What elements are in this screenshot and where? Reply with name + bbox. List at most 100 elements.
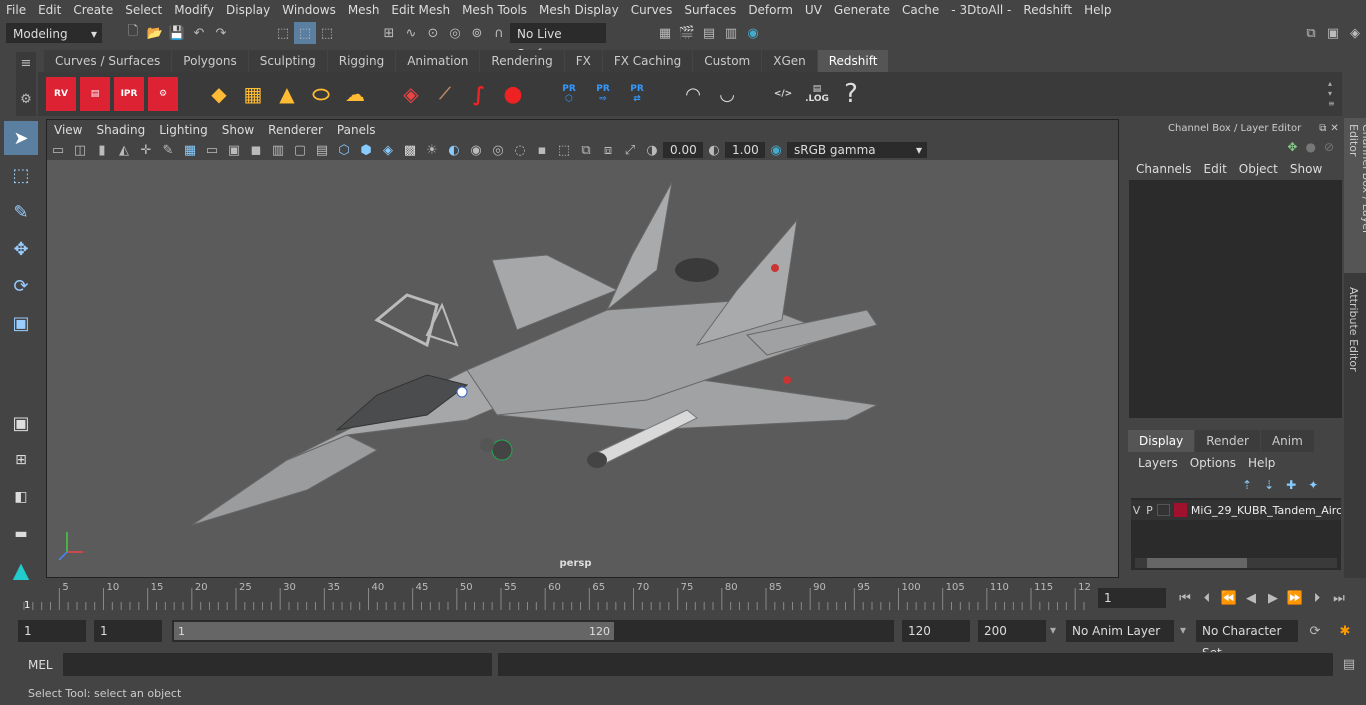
menu-file[interactable]: File	[0, 0, 32, 20]
material-bowl2-icon[interactable]: ◡	[712, 77, 742, 111]
hair-icon[interactable]: ⟋	[430, 77, 460, 111]
menu-edit-mesh[interactable]: Edit Mesh	[385, 0, 456, 20]
layer-color-swatch[interactable]	[1173, 503, 1187, 517]
step-back-key-icon[interactable]: ⏪	[1218, 587, 1240, 609]
channel-list[interactable]	[1129, 180, 1342, 418]
menu-mesh[interactable]: Mesh	[342, 0, 386, 20]
new-scene-icon[interactable]: 🗋	[122, 22, 144, 44]
viewport-menu-renderer[interactable]: Renderer	[261, 120, 330, 140]
shadows-icon[interactable]: ◐	[443, 139, 465, 161]
tab-polygons[interactable]: Polygons	[172, 50, 248, 72]
playback-end-field[interactable]: 120	[902, 620, 970, 642]
snap-surface-icon[interactable]: ⊚	[466, 22, 488, 44]
tab-rendering[interactable]: Rendering	[480, 50, 564, 72]
color-management-icon[interactable]: ◉	[765, 139, 787, 161]
tab-curves-surfaces[interactable]: Curves / Surfaces	[44, 50, 172, 72]
menu-surfaces[interactable]: Surfaces	[678, 0, 742, 20]
image-plane-icon[interactable]: ◭	[113, 139, 135, 161]
go-to-end-icon[interactable]: ⏭	[1328, 587, 1350, 609]
step-forward-key-icon[interactable]: ⏩	[1284, 587, 1306, 609]
wireframe-icon[interactable]: ⬡	[333, 139, 355, 161]
close-icon[interactable]: ✕	[1330, 123, 1338, 134]
new-layer-icon[interactable]: ✚	[1286, 478, 1296, 492]
render-sequence-icon[interactable]: ▤	[80, 77, 110, 111]
viewport-menu-show[interactable]: Show	[215, 120, 261, 140]
save-scene-icon[interactable]: 💾	[166, 22, 188, 44]
pr-cube-icon[interactable]: PR ⬡	[554, 77, 584, 111]
character-set-dropdown[interactable]: No Character Set	[1196, 620, 1298, 660]
float-icon[interactable]: ⧉	[1319, 123, 1326, 134]
menu-redshift[interactable]: Redshift	[1017, 0, 1078, 20]
sphere-object-icon[interactable]: ●	[498, 77, 528, 111]
move-tool-icon[interactable]: ✥	[4, 232, 38, 266]
cone-light-icon[interactable]: ▲	[272, 77, 302, 111]
2d-pan-icon[interactable]: ✛	[135, 139, 157, 161]
help-icon[interactable]: ?	[836, 77, 866, 111]
channel-menu-channels[interactable]: Channels	[1130, 162, 1198, 176]
scale-tool-icon[interactable]: ▣	[4, 306, 38, 340]
layer-playback-toggle[interactable]: P	[1142, 504, 1157, 517]
menu-create[interactable]: Create	[67, 0, 119, 20]
shelf-scroll-icon[interactable]: ▴ ▾ ≡	[1328, 79, 1342, 109]
layer-menu-help[interactable]: Help	[1242, 456, 1281, 470]
menu-icon[interactable]: ≡	[16, 52, 36, 74]
ipr-icon[interactable]: IPR	[114, 77, 144, 111]
lasso-tool-icon[interactable]: ⬚	[4, 158, 38, 192]
tab-sculpting[interactable]: Sculpting	[248, 50, 327, 72]
menu-display[interactable]: Display	[220, 0, 276, 20]
select-component-icon[interactable]: ⬚	[316, 22, 338, 44]
single-view-icon[interactable]: ▣	[4, 406, 38, 440]
snap-point-icon[interactable]: ⊙	[422, 22, 444, 44]
tab-fx-caching[interactable]: FX Caching	[602, 50, 693, 72]
tab-animation[interactable]: Animation	[396, 50, 480, 72]
play-backward-icon[interactable]: ◀	[1240, 587, 1262, 609]
layer-tab-render[interactable]: Render	[1195, 430, 1260, 452]
log-icon[interactable]: ▤ .LOG	[802, 77, 832, 111]
tab-custom[interactable]: Custom	[693, 50, 762, 72]
move-layer-down-icon[interactable]: ⇣	[1264, 478, 1274, 492]
anti-alias-icon[interactable]: ◌	[509, 139, 531, 161]
grid-object-icon[interactable]: ▦	[238, 77, 268, 111]
playback-prefs-icon[interactable]: ⟳	[1304, 620, 1326, 642]
range-handle[interactable]: 1 120	[174, 622, 614, 640]
menu-3dtoall[interactable]: - 3DtoAll -	[945, 0, 1017, 20]
gate-mask-icon[interactable]: ◼	[245, 139, 267, 161]
pin-icon[interactable]: ⊘	[1324, 140, 1334, 154]
select-hierarchy-icon[interactable]: ⬚	[272, 22, 294, 44]
gamma-field[interactable]: 1.00	[725, 142, 765, 158]
go-to-start-icon[interactable]: ⏮	[1174, 587, 1196, 609]
anim-layer-dropdown[interactable]: No Anim Layer	[1066, 620, 1174, 642]
snap-view-icon[interactable]: ◎	[444, 22, 466, 44]
bookmark-icon[interactable]: ▮	[91, 139, 113, 161]
viewport-menu-panels[interactable]: Panels	[330, 120, 383, 140]
channel-menu-object[interactable]: Object	[1233, 162, 1284, 176]
script-language-label[interactable]: MEL	[28, 658, 53, 672]
textured-icon[interactable]: ▩	[399, 139, 421, 161]
four-view-icon[interactable]: ⊞	[4, 443, 38, 477]
chevron-down-icon[interactable]: ▾	[1180, 623, 1186, 637]
volume-cube-icon[interactable]: ◈	[396, 77, 426, 111]
menu-uv[interactable]: UV	[799, 0, 828, 20]
playback-start-field[interactable]: 1	[94, 620, 162, 642]
chevron-down-icon[interactable]: ▾	[1050, 623, 1056, 637]
snap-curve-icon[interactable]: ∿	[400, 22, 422, 44]
step-forward-icon[interactable]: ⏵	[1306, 587, 1328, 609]
tab-attribute-editor[interactable]: Attribute Editor	[1344, 281, 1363, 378]
safe-title-icon[interactable]: ▤	[311, 139, 333, 161]
tab-rigging[interactable]: Rigging	[327, 50, 396, 72]
menu-deform[interactable]: Deform	[742, 0, 799, 20]
ipr-render-icon[interactable]: ▤	[698, 22, 720, 44]
tab-fx[interactable]: FX	[564, 50, 602, 72]
curve-object-icon[interactable]: ∫	[464, 77, 494, 111]
redo-icon[interactable]: ↷	[210, 22, 232, 44]
render-settings-icon[interactable]: ▦	[654, 22, 676, 44]
current-time-marker[interactable]: 1	[24, 600, 30, 611]
timeline-ruler[interactable]: 5 10 15 20 25 30 35 40 45 50 55 60 65 70 75 80 85 90 95 100…	[20, 580, 1092, 611]
live-surface-field[interactable]: No Live Surface	[510, 23, 606, 61]
menu-curves[interactable]: Curves	[625, 0, 679, 20]
menu-mesh-tools[interactable]: Mesh Tools	[456, 0, 533, 20]
key-icon[interactable]: ●	[1305, 140, 1315, 154]
undo-icon[interactable]: ↶	[188, 22, 210, 44]
film-gate-icon[interactable]: ▭	[201, 139, 223, 161]
field-chart-icon[interactable]: ▥	[267, 139, 289, 161]
